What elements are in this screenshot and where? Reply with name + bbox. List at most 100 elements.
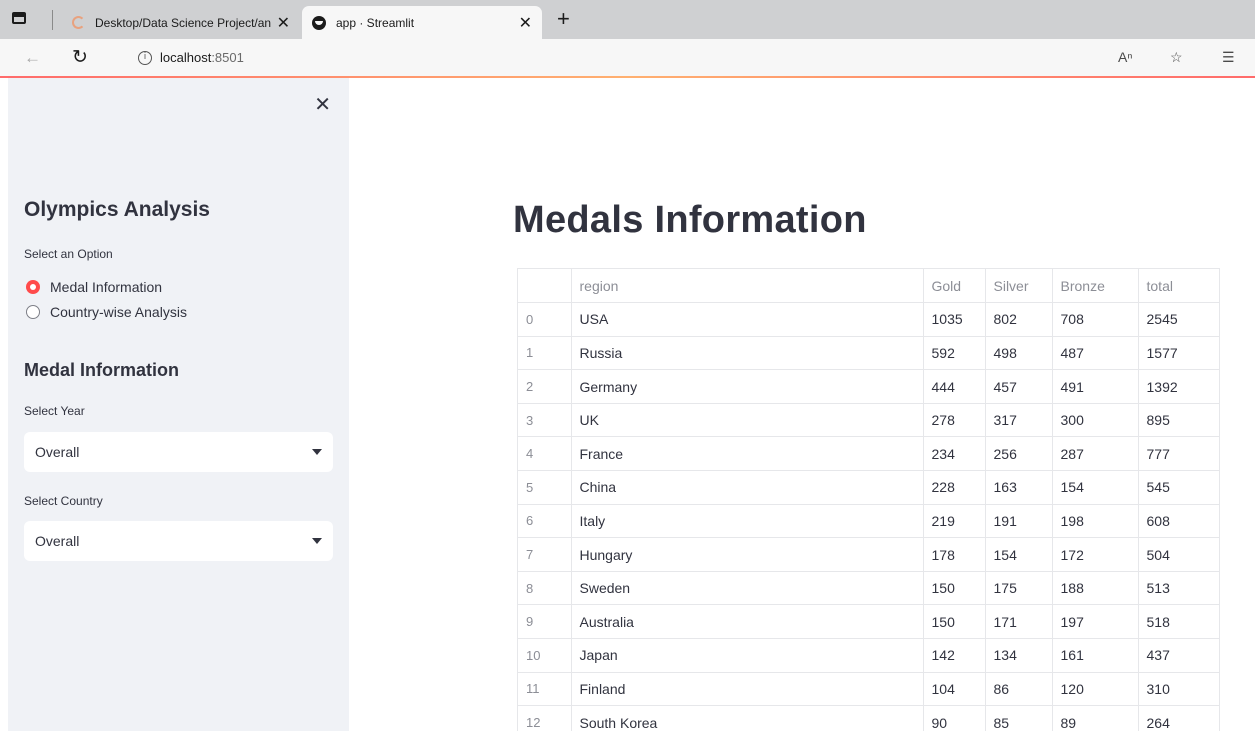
table-cell-silver[interactable]: 134 [985, 638, 1053, 673]
table-cell-silver[interactable]: 171 [985, 604, 1053, 640]
select-country-dropdown[interactable]: Overall [24, 521, 333, 561]
table-cell-index[interactable]: 2 [518, 369, 572, 404]
table-cell-total[interactable]: 895 [1138, 403, 1219, 438]
table-cell-total[interactable]: 1577 [1138, 336, 1219, 371]
table-cell-bronze[interactable]: 491 [1052, 369, 1139, 404]
tab-close-icon[interactable]: ✕ [519, 13, 532, 33]
table-cell-region[interactable]: Hungary [571, 537, 924, 572]
column-header-gold[interactable]: Gold [923, 269, 986, 304]
column-header-total[interactable]: total [1138, 269, 1219, 304]
radio-selected-icon[interactable] [26, 280, 40, 294]
table-cell-region[interactable]: China [571, 470, 924, 505]
table-cell-bronze[interactable]: 198 [1052, 504, 1139, 539]
column-header-index[interactable] [518, 269, 572, 304]
table-cell-index[interactable]: 11 [518, 672, 572, 707]
table-cell-gold[interactable]: 444 [923, 369, 986, 404]
table-cell-total[interactable]: 310 [1138, 672, 1219, 707]
table-cell-index[interactable]: 3 [518, 403, 572, 438]
table-cell-region[interactable]: USA [571, 302, 924, 337]
table-cell-total[interactable]: 504 [1138, 537, 1219, 572]
browser-tab-streamlit[interactable]: app · Streamlit ✕ [302, 6, 542, 39]
tab-close-icon[interactable]: ✕ [277, 13, 290, 33]
radio-unselected-icon[interactable] [26, 305, 40, 319]
table-cell-bronze[interactable]: 188 [1052, 571, 1139, 606]
table-cell-region[interactable]: Japan [571, 638, 924, 673]
table-cell-index[interactable]: 0 [518, 302, 572, 337]
table-cell-region[interactable]: UK [571, 403, 924, 438]
table-cell-index[interactable]: 8 [518, 571, 572, 606]
table-cell-index[interactable]: 5 [518, 470, 572, 505]
table-cell-total[interactable]: 1392 [1138, 369, 1219, 404]
table-cell-silver[interactable]: 154 [985, 537, 1053, 572]
table-cell-region[interactable]: Australia [571, 604, 924, 640]
table-cell-gold[interactable]: 592 [923, 336, 986, 371]
table-cell-region[interactable]: France [571, 436, 924, 472]
table-cell-index[interactable]: 9 [518, 604, 572, 640]
table-cell-total[interactable]: 518 [1138, 604, 1219, 640]
table-cell-index[interactable]: 7 [518, 537, 572, 572]
new-tab-button[interactable]: + [557, 6, 570, 32]
url-text[interactable]: localhost:8501 [160, 50, 244, 65]
table-cell-gold[interactable]: 1035 [923, 302, 986, 337]
table-cell-total[interactable]: 2545 [1138, 302, 1219, 337]
table-cell-bronze[interactable]: 161 [1052, 638, 1139, 673]
info-icon[interactable]: i [138, 51, 152, 65]
table-cell-gold[interactable]: 234 [923, 436, 986, 472]
table-cell-total[interactable]: 608 [1138, 504, 1219, 539]
tab-actions-icon[interactable] [12, 12, 26, 24]
table-cell-bronze[interactable]: 172 [1052, 537, 1139, 572]
table-cell-index[interactable]: 6 [518, 504, 572, 539]
back-arrow-icon[interactable]: ← [24, 48, 41, 68]
table-cell-region[interactable]: Sweden [571, 571, 924, 606]
table-cell-gold[interactable]: 142 [923, 638, 986, 673]
table-cell-bronze[interactable]: 300 [1052, 403, 1139, 438]
table-cell-silver[interactable]: 175 [985, 571, 1053, 606]
table-cell-silver[interactable]: 86 [985, 672, 1053, 707]
table-cell-silver[interactable]: 256 [985, 436, 1053, 472]
favorite-add-icon[interactable]: ☆ [1170, 49, 1183, 66]
table-cell-silver[interactable]: 457 [985, 369, 1053, 404]
sidebar-close-icon[interactable]: ✕ [314, 92, 331, 117]
radio-country-wise-analysis[interactable]: Country-wise Analysis [26, 304, 187, 320]
table-cell-total[interactable]: 545 [1138, 470, 1219, 505]
table-cell-gold[interactable]: 90 [923, 705, 986, 731]
table-cell-bronze[interactable]: 197 [1052, 604, 1139, 640]
table-cell-silver[interactable]: 163 [985, 470, 1053, 505]
read-aloud-icon[interactable]: Aⁿ [1118, 49, 1132, 65]
medals-dataframe[interactable]: region Gold Silver Bronze total 0 USA 1035… [517, 268, 1220, 731]
table-cell-bronze[interactable]: 154 [1052, 470, 1139, 505]
table-cell-silver[interactable]: 802 [985, 302, 1053, 337]
radio-medal-information[interactable]: Medal Information [26, 279, 162, 295]
table-cell-gold[interactable]: 150 [923, 604, 986, 640]
column-header-silver[interactable]: Silver [985, 269, 1053, 304]
table-cell-silver[interactable]: 191 [985, 504, 1053, 539]
table-cell-silver[interactable]: 498 [985, 336, 1053, 371]
table-cell-bronze[interactable]: 120 [1052, 672, 1139, 707]
favorites-list-icon[interactable]: ☰ [1222, 49, 1235, 66]
table-cell-silver[interactable]: 317 [985, 403, 1053, 438]
table-cell-region[interactable]: South Korea [571, 705, 924, 731]
table-cell-region[interactable]: Germany [571, 369, 924, 404]
reload-icon[interactable]: ↻ [72, 46, 88, 69]
select-year-dropdown[interactable]: Overall [24, 432, 333, 472]
table-cell-total[interactable]: 264 [1138, 705, 1219, 731]
table-cell-bronze[interactable]: 89 [1052, 705, 1139, 731]
table-cell-index[interactable]: 10 [518, 638, 572, 673]
url-field[interactable]: i localhost:8501 [108, 44, 1108, 72]
table-cell-index[interactable]: 12 [518, 705, 572, 731]
table-cell-gold[interactable]: 278 [923, 403, 986, 438]
table-cell-gold[interactable]: 150 [923, 571, 986, 606]
table-cell-gold[interactable]: 178 [923, 537, 986, 572]
table-cell-silver[interactable]: 85 [985, 705, 1053, 731]
browser-tab-project[interactable]: Desktop/Data Science Project/an ✕ [62, 6, 300, 39]
table-cell-total[interactable]: 513 [1138, 571, 1219, 606]
table-cell-bronze[interactable]: 287 [1052, 436, 1139, 472]
column-header-region[interactable]: region [571, 269, 924, 304]
table-cell-total[interactable]: 437 [1138, 638, 1219, 673]
table-cell-gold[interactable]: 104 [923, 672, 986, 707]
table-cell-index[interactable]: 4 [518, 436, 572, 472]
table-cell-gold[interactable]: 219 [923, 504, 986, 539]
table-cell-total[interactable]: 777 [1138, 436, 1219, 472]
table-cell-bronze[interactable]: 708 [1052, 302, 1139, 337]
column-header-bronze[interactable]: Bronze [1052, 269, 1139, 304]
